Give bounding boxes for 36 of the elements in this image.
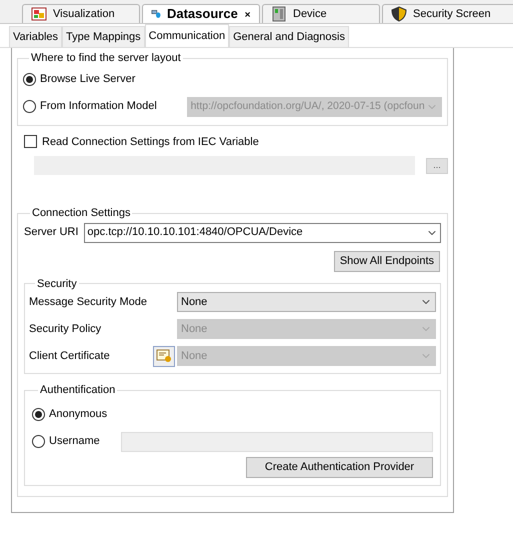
group-title: Security — [36, 276, 78, 292]
radio-button[interactable] — [23, 73, 36, 86]
certificate-button[interactable] — [153, 346, 175, 366]
group-title: Authentification — [39, 383, 116, 398]
server-uri-combobox[interactable]: opc.tcp://10.10.10.101:4840/OPCUA/Device — [84, 222, 441, 242]
field-label: Security Policy — [29, 322, 102, 337]
field-label: Server URI — [24, 225, 78, 240]
group-title: Connection Settings — [31, 206, 132, 221]
radio-label: Browse Live Server — [40, 72, 136, 88]
radio-button[interactable] — [32, 408, 45, 421]
radio-label: Anonymous — [49, 407, 108, 422]
certificate-icon — [156, 349, 172, 363]
editor-tab[interactable]: Security Screen — [382, 4, 513, 23]
sub-tab[interactable]: Communication — [144, 24, 230, 47]
device-icon — [271, 6, 287, 22]
group-title: Where to find the server layout — [30, 51, 182, 66]
sub-tab[interactable]: Type Mappings — [62, 26, 145, 47]
editor-tab[interactable]: Visualization — [22, 4, 140, 23]
radio-button[interactable] — [23, 100, 36, 113]
create-provider-button[interactable]: Create Authentication Provider — [246, 456, 433, 478]
sub-tab[interactable]: Variables — [9, 26, 62, 47]
shield-icon — [391, 6, 407, 22]
checkbox-label: Read Connection Settings from IEC Variable — [42, 134, 259, 150]
radio-label: Username — [49, 434, 101, 450]
security-dropdown[interactable]: None — [177, 292, 436, 312]
checkbox[interactable] — [24, 135, 37, 148]
browse-button[interactable]: ... — [426, 158, 448, 174]
field-label: Message Security Mode — [29, 294, 148, 310]
editor-tab[interactable]: Datasource — [142, 4, 260, 23]
radio-button[interactable] — [32, 435, 45, 448]
field-label: Client Certificate — [29, 348, 111, 364]
editor-tab[interactable]: Device — [262, 4, 380, 23]
radio-label: From Information Model — [40, 99, 158, 114]
sub-tab[interactable]: General and Diagnosis — [229, 26, 349, 47]
show-endpoints-button[interactable]: Show All Endpoints — [334, 250, 440, 272]
window-icon — [31, 7, 47, 21]
